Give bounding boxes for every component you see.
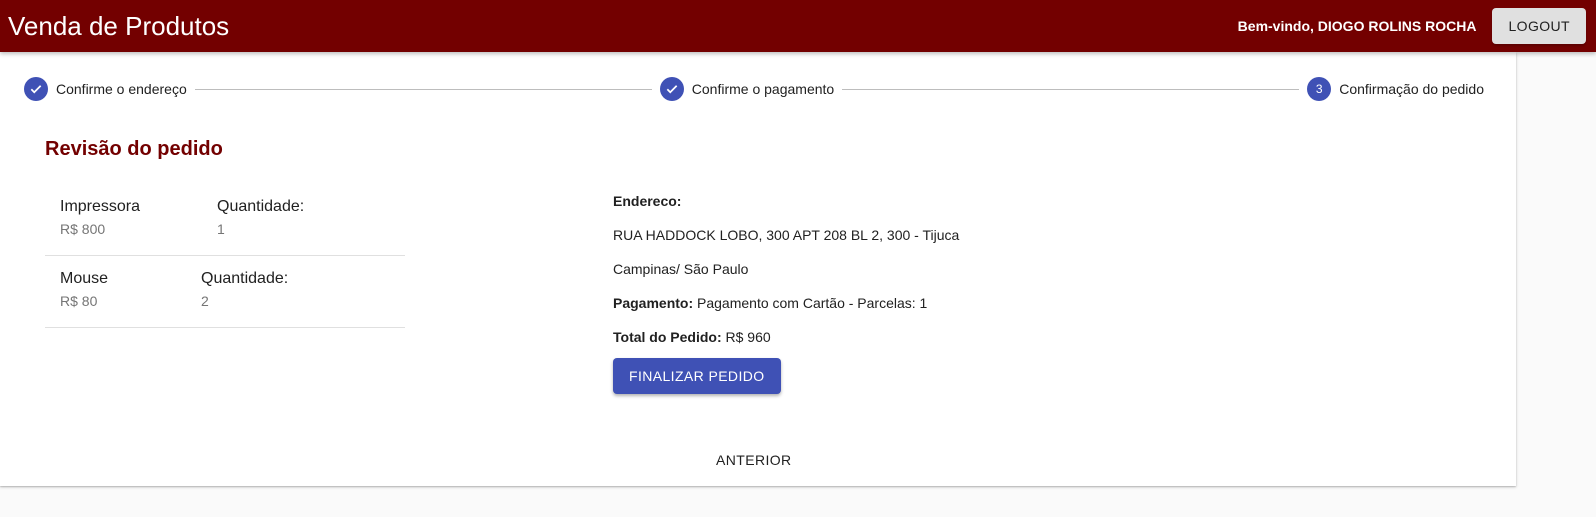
payment-label: Pagamento: — [613, 295, 694, 311]
order-total: Total do Pedido: R$ 960 — [613, 320, 1113, 354]
step-payment: Confirme o pagamento — [659, 77, 835, 101]
back-button[interactable]: ANTERIOR — [700, 442, 808, 478]
app-title: Venda de Produtos — [8, 10, 230, 41]
item-quantity: Quantidade: 1 — [217, 196, 304, 240]
item-quantity: Quantidade: 2 — [201, 268, 288, 312]
quantity-label: Quantidade: — [201, 270, 289, 287]
step-confirmation: 3 Confirmação do pedido — [1307, 77, 1484, 101]
quantity-value: 1 — [217, 221, 225, 237]
check-icon — [659, 77, 684, 101]
payment-value: Pagamento com Cartão - Parcelas: 1 — [693, 295, 928, 311]
step-connector — [842, 88, 1300, 90]
address-line-1: RUA HADDOCK LOBO, 300 APT 208 BL 2, 300 … — [613, 227, 960, 243]
order-summary: Endereco: RUA HADDOCK LOBO, 300 APT 208 … — [613, 184, 1113, 354]
review-title: Revisão do pedido — [45, 138, 223, 160]
order-items-list: Impressora R$ 800 Quantidade: 1 Mouse R$… — [45, 184, 405, 328]
checkout-panel: Confirme o endereço Confirme o pagamento… — [0, 52, 1516, 486]
checkout-stepper: Confirme o endereço Confirme o pagamento… — [24, 77, 1484, 101]
address-line-2: Campinas/ São Paulo — [613, 261, 749, 277]
quantity-value: 2 — [201, 293, 209, 309]
quantity-label: Quantidade: — [217, 198, 305, 215]
address-label: Endereco: — [613, 193, 682, 209]
app-bar: Venda de Produtos Bem-vindo, DIOGO ROLIN… — [0, 0, 1596, 52]
item-name: Impressora — [60, 198, 141, 215]
list-item: Mouse R$ 80 Quantidade: 2 — [45, 256, 405, 328]
step-label: Confirme o pagamento — [691, 81, 835, 97]
step-address: Confirme o endereço — [24, 77, 187, 101]
item-name: Mouse — [60, 270, 109, 287]
step-number-icon: 3 — [1307, 77, 1332, 101]
list-item: Impressora R$ 800 Quantidade: 1 — [45, 184, 405, 256]
item-price: R$ 800 — [60, 221, 106, 237]
total-value: R$ 960 — [721, 329, 771, 345]
step-label: Confirmação do pedido — [1339, 81, 1484, 97]
check-icon — [24, 77, 48, 101]
item-info: Impressora R$ 800 — [60, 196, 140, 240]
step-label: Confirme o endereço — [56, 81, 187, 97]
finalize-order-button[interactable]: FINALIZAR PEDIDO — [613, 358, 781, 394]
item-price: R$ 80 — [60, 293, 98, 309]
address-heading: Endereco: — [613, 184, 1113, 218]
logout-button[interactable]: LOGOUT — [1492, 8, 1586, 44]
step-connector — [194, 88, 652, 90]
app-bar-actions: Bem-vindo, DIOGO ROLINS ROCHA LOGOUT — [1238, 8, 1588, 44]
welcome-text: Bem-vindo, DIOGO ROLINS ROCHA — [1237, 18, 1477, 34]
payment-info: Pagamento: Pagamento com Cartão - Parcel… — [613, 286, 1113, 320]
item-info: Mouse R$ 80 — [60, 268, 108, 312]
total-label: Total do Pedido: — [613, 329, 722, 345]
